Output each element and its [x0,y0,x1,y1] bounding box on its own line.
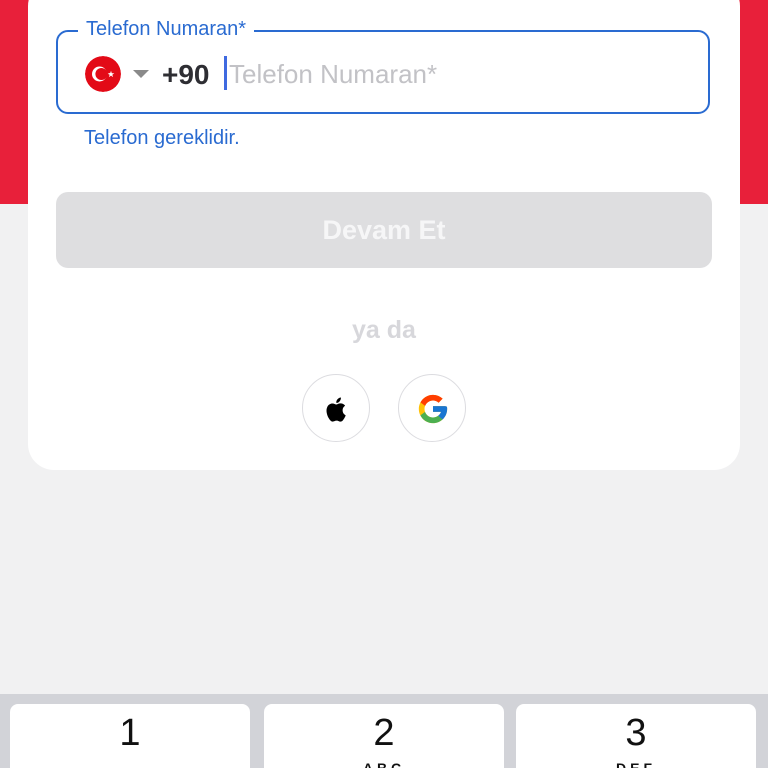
phone-field-label: Telefon Numaran* [78,16,255,42]
phone-login-screen: Telefon Numaran* +90 Telefon gereklidir.… [0,0,768,768]
key-digit: 3 [625,712,647,754]
key-letters: ABC [362,760,406,768]
key-2[interactable]: 2 ABC [264,704,504,768]
key-1[interactable]: 1 [10,704,250,768]
apple-sign-in-button[interactable] [302,374,370,442]
key-digit: 1 [119,712,141,754]
google-sign-in-button[interactable] [398,374,466,442]
or-divider-text: ya da [352,316,416,344]
numeric-keyboard: 1 2 ABC 3 DEF [0,694,768,768]
key-3[interactable]: 3 DEF [516,704,756,768]
apple-icon [326,397,346,422]
continue-button[interactable]: Devam Et [56,192,712,268]
phone-number-input[interactable] [229,56,699,92]
country-dial-code[interactable]: +90 [162,58,210,92]
phone-error-message: Telefon gereklidir. [84,127,240,149]
key-letters: DEF [616,760,656,768]
chevron-down-icon[interactable] [133,70,149,78]
google-icon [418,394,448,424]
turkey-flag-graphic [85,56,121,92]
text-cursor [224,56,227,90]
key-digit: 2 [373,712,395,754]
turkey-flag-icon[interactable] [85,56,121,92]
